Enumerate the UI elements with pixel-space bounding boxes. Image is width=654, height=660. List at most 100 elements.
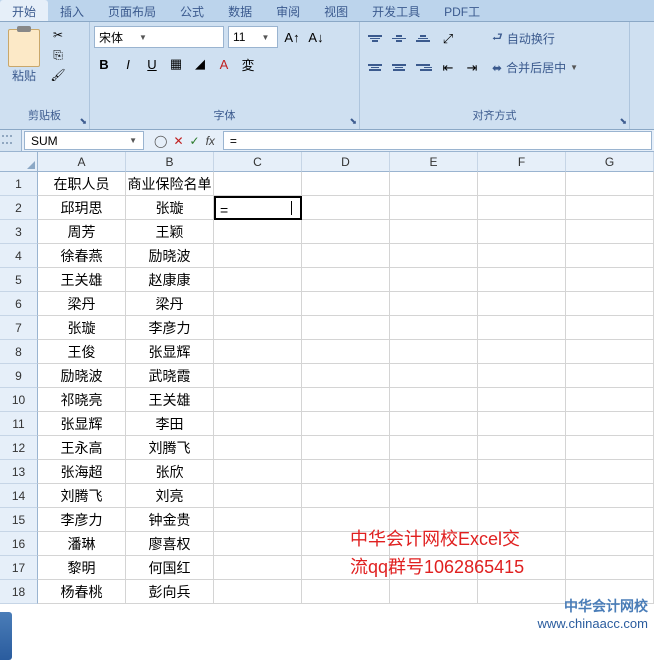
cell-B2[interactable]: 张璇 [126, 196, 214, 220]
cell-F5[interactable] [478, 268, 566, 292]
circle-icon[interactable]: ◯ [154, 134, 167, 148]
cell-F9[interactable] [478, 364, 566, 388]
bold-button[interactable]: B [94, 54, 114, 74]
cell-A17[interactable]: 黎明 [38, 556, 126, 580]
cell-B3[interactable]: 王颖 [126, 220, 214, 244]
cell-E4[interactable] [390, 244, 478, 268]
cell-F15[interactable] [478, 508, 566, 532]
decrease-font-button[interactable]: A↓ [306, 27, 326, 47]
cell-E14[interactable] [390, 484, 478, 508]
cell-B10[interactable]: 王关雄 [126, 388, 214, 412]
orientation-button[interactable]: ⤢ [438, 29, 458, 49]
cell-D1[interactable] [302, 172, 390, 196]
col-header-D[interactable]: D [302, 152, 390, 172]
align-right-button[interactable] [412, 58, 434, 78]
cell-C7[interactable] [214, 316, 302, 340]
cell-G13[interactable] [566, 460, 654, 484]
cell-C16[interactable] [214, 532, 302, 556]
align-center-button[interactable] [388, 58, 410, 78]
cell-F2[interactable] [478, 196, 566, 220]
cell-D6[interactable] [302, 292, 390, 316]
cell-E1[interactable] [390, 172, 478, 196]
row-header[interactable]: 10 [0, 388, 38, 412]
cell-A16[interactable]: 潘琳 [38, 532, 126, 556]
row-header[interactable]: 14 [0, 484, 38, 508]
cell-B5[interactable]: 赵康康 [126, 268, 214, 292]
tab-devtools[interactable]: 开发工具 [360, 0, 432, 21]
tab-insert[interactable]: 插入 [48, 0, 96, 21]
cell-C15[interactable] [214, 508, 302, 532]
col-header-B[interactable]: B [126, 152, 214, 172]
cell-E8[interactable] [390, 340, 478, 364]
cell-C6[interactable] [214, 292, 302, 316]
cell-E17[interactable] [390, 556, 478, 580]
cell-A12[interactable]: 王永高 [38, 436, 126, 460]
cell-B4[interactable]: 励晓波 [126, 244, 214, 268]
cell-C10[interactable] [214, 388, 302, 412]
cell-G16[interactable] [566, 532, 654, 556]
row-header[interactable]: 13 [0, 460, 38, 484]
cell-B13[interactable]: 张欣 [126, 460, 214, 484]
cell-G3[interactable] [566, 220, 654, 244]
row-header[interactable]: 1 [0, 172, 38, 196]
increase-indent-button[interactable]: ⇥ [462, 58, 482, 78]
tab-home[interactable]: 开始 [0, 0, 48, 21]
cell-B18[interactable]: 彭向兵 [126, 580, 214, 604]
tab-pagelayout[interactable]: 页面布局 [96, 0, 168, 21]
row-header[interactable]: 11 [0, 412, 38, 436]
cell-C3[interactable] [214, 220, 302, 244]
cell-G15[interactable] [566, 508, 654, 532]
cell-E16[interactable] [390, 532, 478, 556]
cell-F4[interactable] [478, 244, 566, 268]
cell-D3[interactable] [302, 220, 390, 244]
cell-A3[interactable]: 周芳 [38, 220, 126, 244]
col-header-F[interactable]: F [478, 152, 566, 172]
cell-F8[interactable] [478, 340, 566, 364]
cell-E13[interactable] [390, 460, 478, 484]
cell-E3[interactable] [390, 220, 478, 244]
cell-D10[interactable] [302, 388, 390, 412]
cell-C9[interactable] [214, 364, 302, 388]
col-header-A[interactable]: A [38, 152, 126, 172]
cell-C8[interactable] [214, 340, 302, 364]
cell-E2[interactable] [390, 196, 478, 220]
row-header[interactable]: 12 [0, 436, 38, 460]
row-header[interactable]: 9 [0, 364, 38, 388]
fill-color-button[interactable]: ◢ [190, 54, 210, 74]
cell-C11[interactable] [214, 412, 302, 436]
cell-B11[interactable]: 李田 [126, 412, 214, 436]
paste-button[interactable]: 粘贴 [4, 26, 44, 86]
cell-E15[interactable] [390, 508, 478, 532]
tab-formula[interactable]: 公式 [168, 0, 216, 21]
cell-G8[interactable] [566, 340, 654, 364]
format-painter-button[interactable]: 🖌 [48, 66, 68, 84]
cell-G12[interactable] [566, 436, 654, 460]
cell-E5[interactable] [390, 268, 478, 292]
merge-center-button[interactable]: ⬌ 合并后居中 ▼ [486, 57, 584, 78]
cell-G4[interactable] [566, 244, 654, 268]
row-header[interactable]: 5 [0, 268, 38, 292]
row-header[interactable]: 3 [0, 220, 38, 244]
cell-C12[interactable] [214, 436, 302, 460]
cell-D13[interactable] [302, 460, 390, 484]
cell-B15[interactable]: 钟金贵 [126, 508, 214, 532]
cell-A6[interactable]: 梁丹 [38, 292, 126, 316]
italic-button[interactable]: I [118, 54, 138, 74]
row-header[interactable]: 15 [0, 508, 38, 532]
cell-A8[interactable]: 王俊 [38, 340, 126, 364]
wrap-text-button[interactable]: ⮐ 自动换行 [486, 26, 561, 51]
row-header[interactable]: 8 [0, 340, 38, 364]
cell-D12[interactable] [302, 436, 390, 460]
formula-input[interactable]: = [223, 131, 652, 150]
cell-E7[interactable] [390, 316, 478, 340]
cell-F12[interactable] [478, 436, 566, 460]
cell-D14[interactable] [302, 484, 390, 508]
cell-G7[interactable] [566, 316, 654, 340]
cell-C14[interactable] [214, 484, 302, 508]
cell-C5[interactable] [214, 268, 302, 292]
cell-E11[interactable] [390, 412, 478, 436]
cell-D7[interactable] [302, 316, 390, 340]
cell-A4[interactable]: 徐春燕 [38, 244, 126, 268]
cell-G5[interactable] [566, 268, 654, 292]
font-size-select[interactable]: 11 ▼ [228, 26, 278, 48]
